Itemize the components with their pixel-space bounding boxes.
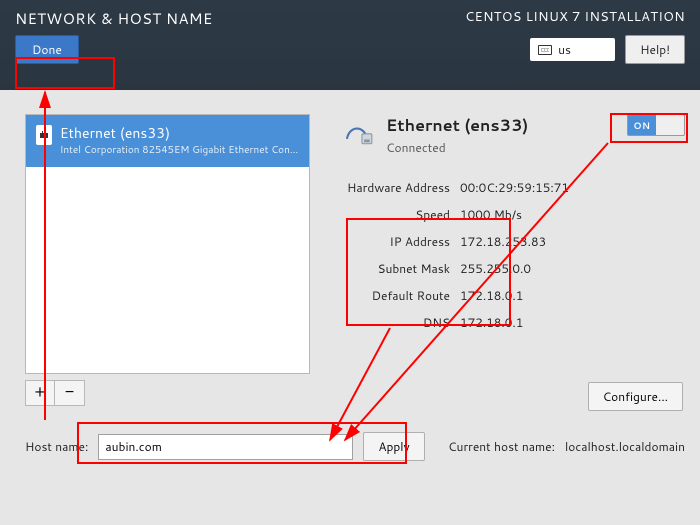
hostname-label: Host name: (25, 438, 88, 455)
nic-add-button[interactable]: + (25, 380, 55, 406)
nic-detail-panel: Ethernet (ens33) Connected ON Hardware A… (340, 114, 685, 336)
iface-status: Connected (386, 139, 528, 156)
hwaddr-value: 00:0C:29:59:15:71 (460, 179, 569, 196)
ethernet-large-icon (340, 114, 374, 148)
hwaddr-label: Hardware Address (330, 179, 450, 196)
page-title: NETWORK & HOST NAME (15, 8, 213, 29)
dns-value: 172.18.0.1 (460, 314, 523, 331)
speed-value: 1000 Mb/s (460, 206, 522, 223)
current-hostname-value: localhost.localdomain (565, 438, 685, 455)
top-bar: NETWORK & HOST NAME CENTOS LINUX 7 INSTA… (0, 0, 700, 90)
done-button[interactable]: Done (15, 35, 79, 64)
toggle-on-label: ON (628, 115, 656, 135)
nic-item-sub: Intel Corporation 82545EM Gigabit Ethern… (60, 143, 299, 157)
ethernet-icon (36, 125, 52, 145)
product-title: CENTOS LINUX 7 INSTALLATION (465, 8, 685, 29)
nic-remove-button[interactable]: − (55, 380, 85, 406)
apply-button[interactable]: Apply (363, 432, 424, 461)
nic-item-name: Ethernet (ens33) (60, 123, 299, 143)
iface-toggle[interactable]: ON (627, 114, 685, 136)
ip-value: 172.18.253.83 (460, 233, 546, 250)
dns-label: DNS (330, 314, 450, 331)
nic-list[interactable]: Ethernet (ens33) Intel Corporation 82545… (25, 114, 310, 374)
keyboard-icon (538, 45, 552, 55)
mask-value: 255.255.0.0 (460, 260, 531, 277)
speed-label: Speed (330, 206, 450, 223)
gw-label: Default Route (330, 287, 450, 304)
current-hostname-label: Current host name: (448, 438, 555, 455)
toggle-off-side (656, 115, 684, 135)
ip-label: IP Address (330, 233, 450, 250)
help-button[interactable]: Help! (625, 35, 685, 64)
hostname-input[interactable] (98, 434, 353, 460)
iface-title: Ethernet (ens33) (386, 114, 528, 137)
nic-list-item[interactable]: Ethernet (ens33) Intel Corporation 82545… (26, 115, 309, 167)
mask-label: Subnet Mask (330, 260, 450, 277)
gw-value: 172.18.0.1 (460, 287, 523, 304)
configure-button[interactable]: Configure... (588, 382, 683, 411)
keyboard-layout-indicator[interactable]: us (530, 38, 615, 61)
keyboard-layout-label: us (558, 41, 571, 58)
